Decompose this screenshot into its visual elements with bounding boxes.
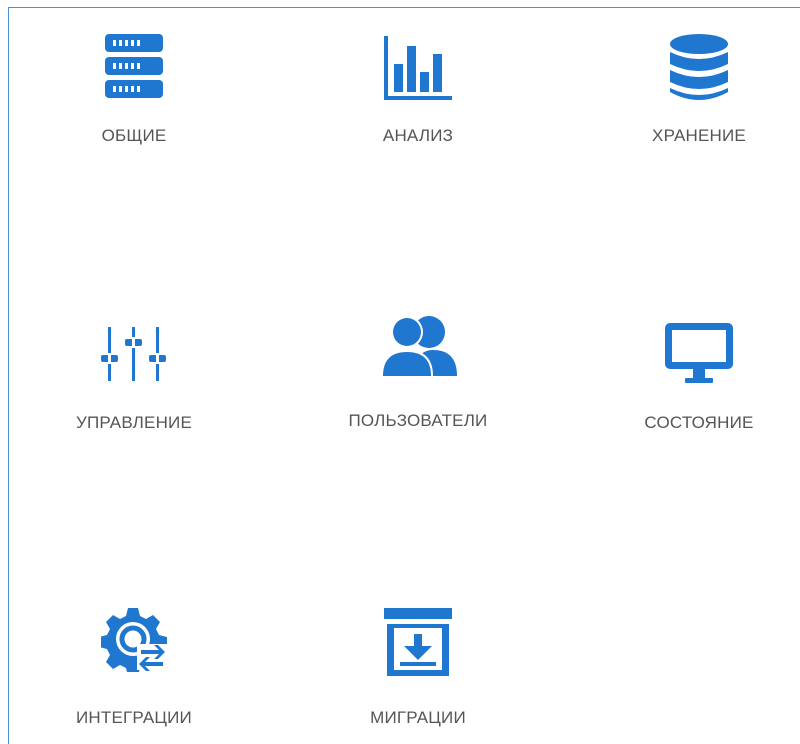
- tile-storage[interactable]: ХРАНЕНИЕ: [579, 28, 800, 178]
- tile-label: ХРАНЕНИЕ: [652, 126, 746, 145]
- database-icon: [670, 34, 728, 100]
- tile-general[interactable]: ОБЩИЕ: [14, 28, 254, 178]
- tile-label: МИГРАЦИИ: [370, 708, 466, 727]
- tile-label: СОСТОЯНИЕ: [644, 413, 754, 432]
- tile-label: ПОЛЬЗОВАТЕЛИ: [348, 411, 488, 430]
- tile-label: УПРАВЛЕНИЕ: [75, 413, 193, 432]
- tile-status[interactable]: СОСТОЯНИЕ: [579, 313, 800, 463]
- gear-sync-icon: [101, 608, 167, 672]
- tile-label: ОБЩИЕ: [101, 126, 167, 145]
- tile-users[interactable]: ПОЛЬЗОВАТЕЛИ: [298, 308, 538, 458]
- sliders-icon: [101, 327, 166, 381]
- tile-label: АНАЛИЗ: [382, 126, 454, 145]
- tile-label: ИНТЕГРАЦИИ: [76, 708, 192, 727]
- server-rack-icon: [105, 34, 163, 98]
- users-icon: [381, 316, 457, 376]
- monitor-icon: [665, 323, 733, 383]
- tile-analysis[interactable]: АНАЛИЗ: [298, 28, 538, 178]
- tile-integrations[interactable]: ИНТЕГРАЦИИ: [14, 604, 254, 744]
- tile-migrations[interactable]: МИГРАЦИИ: [298, 604, 538, 744]
- settings-panel: ОБЩИЕ АНАЛИЗ ХРАНЕНИЕ УПРАВЛЕНИЕ ПОЛЬЗОВ…: [8, 7, 800, 744]
- bar-chart-icon: [384, 36, 452, 100]
- tile-management[interactable]: УПРАВЛЕНИЕ: [14, 313, 254, 463]
- archive-download-icon: [384, 608, 452, 676]
